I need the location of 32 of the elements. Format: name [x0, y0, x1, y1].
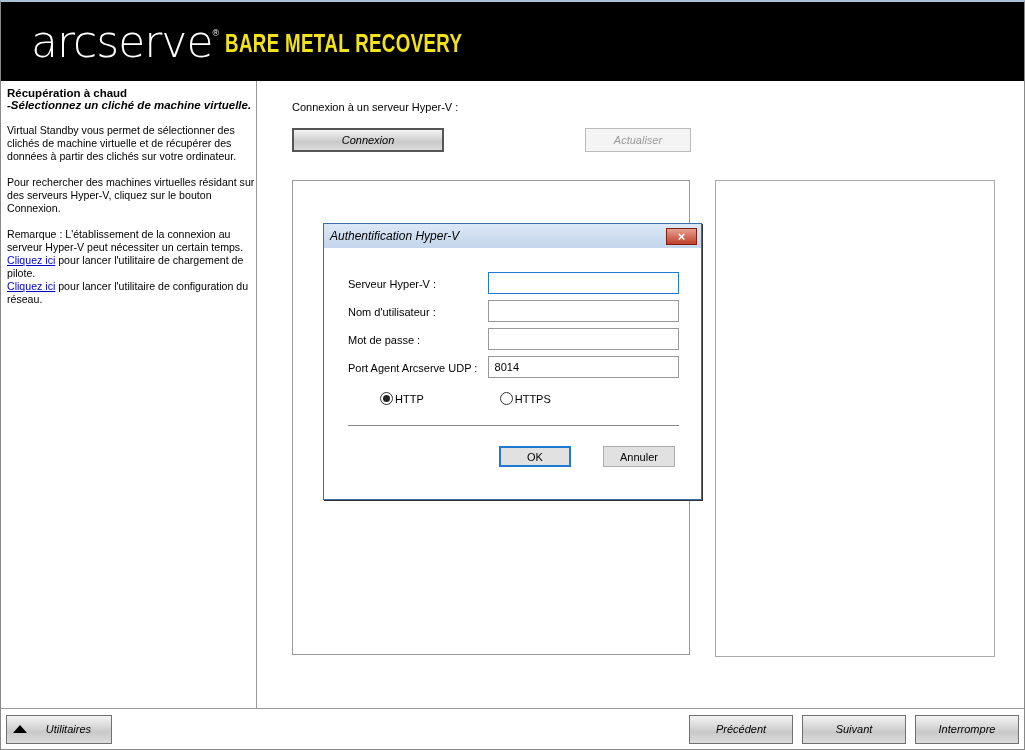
help-paragraph: Pour rechercher des machines virtuelles résidant sur des serveurs Hyper-V, cliquez sur le bouton Connexion.	[7, 176, 256, 215]
input-field[interactable]	[487, 300, 679, 322]
dialog-title: Authentification Hyper-V	[330, 229, 460, 243]
input-field[interactable]	[487, 272, 679, 294]
help-paragraph: Cliquez ici pour lancer l'utilitaire de configuration du réseau.	[7, 280, 250, 306]
field-label: Port Agent Arcserve UDP :	[348, 361, 479, 375]
brand-logo: arcserve	[31, 16, 213, 67]
help-link[interactable]: Cliquez ici	[7, 280, 56, 292]
nav-button[interactable]: Suivant	[802, 714, 906, 744]
sidebar-title: Récupération à chaud	[7, 87, 129, 99]
field-label: Serveur Hyper-V :	[348, 277, 438, 291]
utilities-button[interactable]: Utilitaires	[6, 714, 112, 744]
field-label: Mot de passe :	[348, 333, 422, 347]
dialog-button[interactable]: OK	[499, 446, 571, 467]
help-paragraph: Remarque : L'établissement de la connexion au serveur Hyper-V peut nécessiter un certain temps.	[7, 228, 245, 254]
help-link[interactable]: Cliquez ici	[7, 254, 56, 266]
protocol-radio[interactable]: HTTPS	[499, 392, 551, 405]
connection-label: Connexion à un serveur Hyper-V :	[292, 101, 460, 115]
product-title: BARE METAL RECOVERY	[225, 28, 463, 59]
nav-button[interactable]: Interrompre	[915, 714, 1019, 744]
sidebar-subtitle: -Sélectionnez un cliché de machine virtuelle.	[7, 99, 253, 111]
protocol-radio[interactable]: HTTP	[380, 392, 424, 405]
dialog-button[interactable]: Annuler	[603, 446, 675, 467]
field-label: Nom d'utilisateur :	[348, 305, 437, 319]
input-field[interactable]	[487, 328, 679, 350]
registered-mark: ®	[212, 28, 220, 38]
toolbar-button[interactable]: Connexion	[292, 128, 444, 152]
caret-up-icon	[13, 725, 27, 733]
nav-button[interactable]: Précédent	[689, 714, 793, 744]
input-field[interactable]: 8014	[487, 356, 679, 378]
help-paragraph: Cliquez ici pour lancer l'utilitaire de chargement de pilote.	[7, 254, 245, 280]
help-paragraph: Virtual Standby vous permet de sélectionner des clichés de machine virtuelle et de récupérer des données à partir des clichés sur votre ordinateur.	[7, 124, 238, 163]
